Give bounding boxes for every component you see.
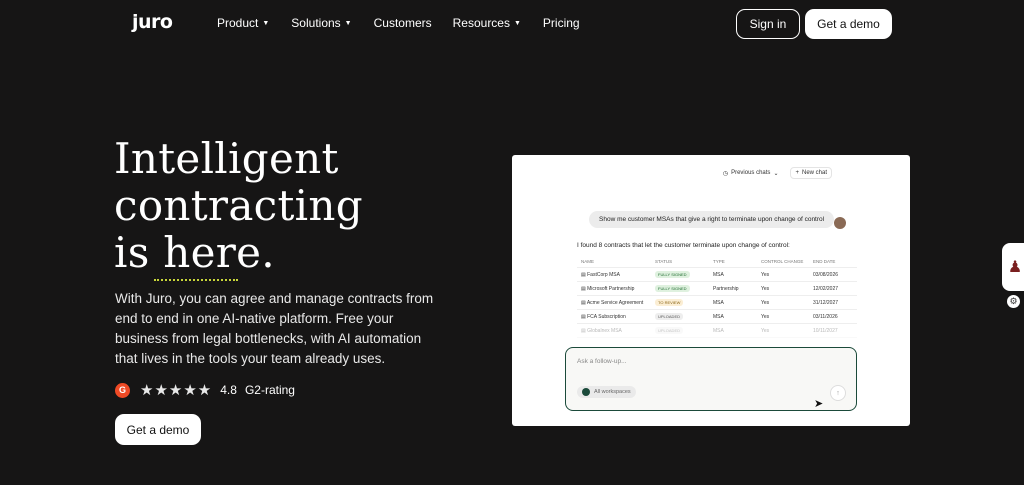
chevron-down-icon: ▼ <box>513 19 521 27</box>
column-header: STATUS <box>655 259 673 264</box>
workspace-selector: All workspaces <box>577 386 636 398</box>
control-change-cell: Yes <box>761 285 770 292</box>
rating-value: 4.8 <box>220 383 237 397</box>
rating-label: G2-rating <box>244 383 295 397</box>
status-badge: TO REVIEW <box>655 299 684 306</box>
hero-title-line: contracting <box>114 181 363 230</box>
ai-answer-text: I found 8 contracts that let the custome… <box>577 242 790 249</box>
nav-item-resources[interactable]: Resources ▼ <box>453 16 521 30</box>
product-preview: ◷ Previous chats ⌄ + New chat Show me cu… <box>512 155 910 426</box>
status-cell: UPLOADED <box>655 313 713 320</box>
chevron-down-icon: ▼ <box>344 19 352 27</box>
end-date-cell: 03/08/2026 <box>813 271 839 278</box>
nav-label: Resources <box>452 16 510 30</box>
status-cell: FULLY SIGNED <box>655 271 713 278</box>
type-cell: MSA <box>713 299 724 306</box>
accessibility-figure-icon: ♟ <box>1007 259 1023 276</box>
table-row: ▤ Acme Service Agreement TO REVIEW MSA Y… <box>577 296 857 310</box>
table-row: ▤ Microsoft Partnership FULLY SIGNED Par… <box>577 282 857 296</box>
end-date-cell: 31/12/2027 <box>813 299 839 306</box>
end-date-cell: 10/11/2027 <box>813 327 838 334</box>
user-question-bubble: Show me customer MSAs that give a right … <box>589 211 835 228</box>
table-header: NAME STATUS TYPE CONTROL CHANGE END DATE <box>577 256 857 268</box>
nav-label: Customers <box>373 16 432 30</box>
title-underline-decoration <box>154 279 238 281</box>
juro-logo[interactable]: juro <box>132 11 173 33</box>
nav-label: Product <box>217 16 259 30</box>
nav-item-product[interactable]: Product ▼ <box>217 16 269 30</box>
sign-in-button[interactable]: Sign in <box>736 9 800 39</box>
nav-label: Solutions <box>291 16 341 30</box>
column-header: TYPE <box>713 259 725 264</box>
accessibility-widget-button[interactable]: ♟ <box>1002 243 1024 291</box>
send-arrow-icon: ↑ <box>830 385 846 401</box>
column-header: END DATE <box>813 259 836 264</box>
nav-item-customers[interactable]: Customers <box>374 16 432 30</box>
table-row: ▤ FCA Subscription UPLOADED MSA Yes 03/1… <box>577 310 857 324</box>
table-row: ▤ Globalnex MSA UPLOADED MSA Yes 10/11/2… <box>577 324 857 338</box>
type-cell: MSA <box>713 313 724 320</box>
hero-title: Intelligent contracting is here. <box>114 135 363 276</box>
plus-icon: + <box>795 170 799 176</box>
workspace-icon <box>582 388 590 396</box>
get-demo-button-hero[interactable]: Get a demo <box>115 414 201 445</box>
nav-item-solutions[interactable]: Solutions ▼ <box>291 16 351 30</box>
control-change-cell: Yes <box>761 271 770 278</box>
main-nav: Product ▼ Solutions ▼ Customers Resource… <box>217 16 580 30</box>
g2-rating: G ★★★★★ 4.8 G2-rating <box>115 381 295 399</box>
status-cell: UPLOADED <box>655 327 713 334</box>
nav-item-pricing[interactable]: Pricing <box>543 16 580 30</box>
hero-subtitle: With Juro, you can agree and manage cont… <box>115 291 434 366</box>
chat-placeholder: Ask a follow-up... <box>577 358 627 365</box>
contracts-table: NAME STATUS TYPE CONTROL CHANGE END DATE… <box>577 256 857 338</box>
status-badge: FULLY SIGNED <box>655 285 690 292</box>
status-cell: TO REVIEW <box>655 299 713 306</box>
hero-title-line: is here. <box>114 228 275 277</box>
get-demo-button-nav[interactable]: Get a demo <box>805 9 892 39</box>
hero-title-line: Intelligent <box>114 134 339 183</box>
contract-name: ▤ Acme Service Agreement <box>581 299 644 306</box>
chat-toolbar: ◷ Previous chats ⌄ + New chat <box>723 167 832 179</box>
table-row: ▤ FastCorp MSA FULLY SIGNED MSA Yes 03/0… <box>577 268 857 282</box>
column-header: CONTROL CHANGE <box>761 259 804 264</box>
avatar <box>834 217 846 229</box>
column-header: NAME <box>581 259 595 264</box>
chevron-down-icon: ⌄ <box>773 170 779 177</box>
new-chat-label: New chat <box>801 170 827 176</box>
status-badge: UPLOADED <box>655 313 684 320</box>
nav-label: Pricing <box>542 16 580 30</box>
contract-name: ▤ FCA Subscription <box>581 313 626 320</box>
end-date-cell: 03/11/2026 <box>813 313 838 320</box>
status-badge: UPLOADED <box>655 327 684 334</box>
type-cell: MSA <box>713 271 724 278</box>
workspace-label: All workspaces <box>594 389 631 395</box>
status-badge: FULLY SIGNED <box>655 271 690 278</box>
new-chat-button: + New chat <box>790 167 832 179</box>
contract-name: ▤ Globalnex MSA <box>581 327 622 334</box>
history-icon: ◷ <box>722 170 729 177</box>
control-change-cell: Yes <box>761 313 770 320</box>
end-date-cell: 12/02/2027 <box>813 285 839 292</box>
chevron-down-icon: ▼ <box>262 19 270 27</box>
type-cell: Partnership <box>713 285 739 292</box>
contract-name: ▤ Microsoft Partnership <box>581 285 635 292</box>
previous-chats-label: Previous chats <box>731 170 771 176</box>
contract-name: ▤ FastCorp MSA <box>581 271 620 278</box>
control-change-cell: Yes <box>761 327 770 334</box>
gear-icon[interactable]: ⚙ <box>1007 295 1020 308</box>
control-change-cell: Yes <box>761 299 770 306</box>
type-cell: MSA <box>713 327 724 334</box>
g2-logo-icon: G <box>115 382 130 398</box>
mouse-cursor-icon: ➤ <box>814 398 824 410</box>
star-rating-icons: ★★★★★ <box>140 382 213 399</box>
status-cell: FULLY SIGNED <box>655 285 713 292</box>
previous-chats-button: ◷ Previous chats ⌄ <box>723 170 779 177</box>
